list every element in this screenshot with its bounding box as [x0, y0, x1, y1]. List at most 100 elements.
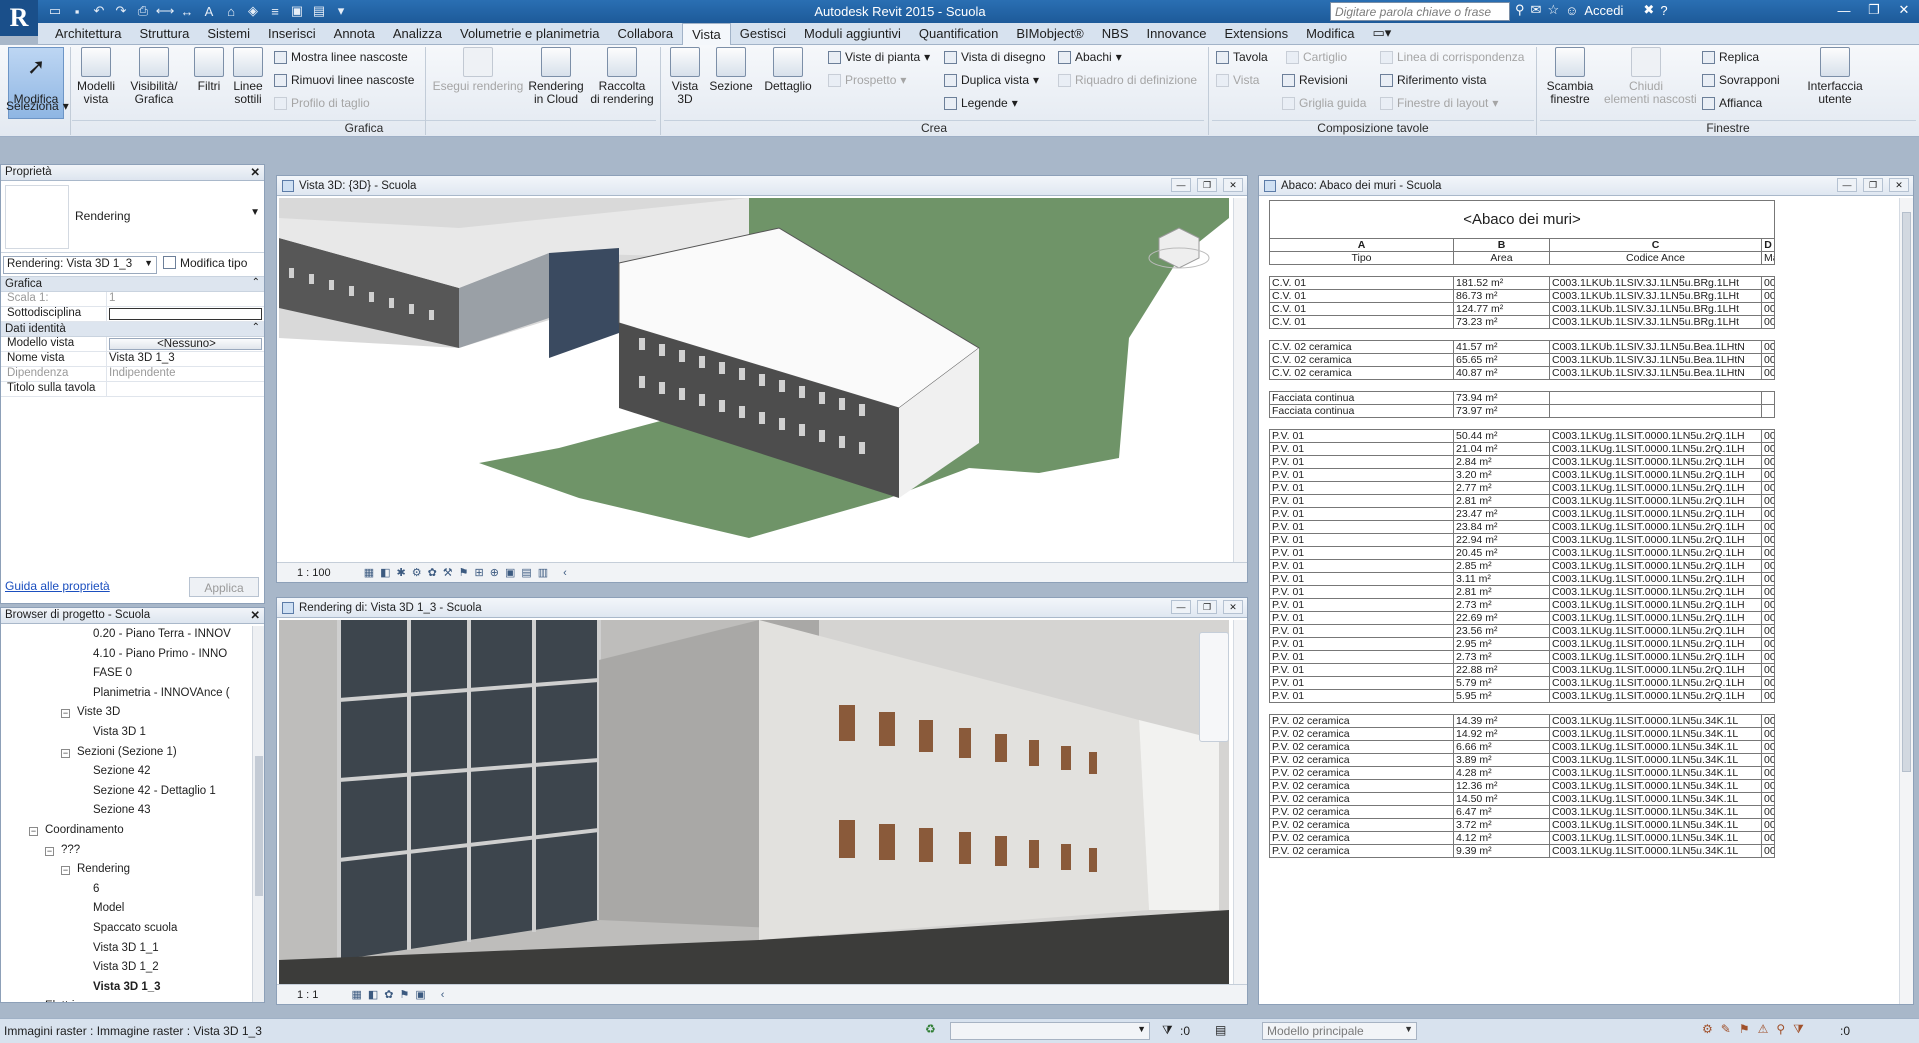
- scroll-thumb[interactable]: [255, 756, 263, 896]
- table-cell[interactable]: C.V. 02 ceramica: [1269, 353, 1454, 367]
- replicate-button[interactable]: Replica: [1702, 50, 1759, 64]
- table-cell[interactable]: 20.45 m²: [1453, 546, 1550, 560]
- tab-collabora[interactable]: Collabora: [608, 23, 682, 44]
- table-cell[interactable]: C003.1LKUg.1LSIT.0000.1LN5u.2rQ.1LH: [1549, 533, 1762, 547]
- filters-button[interactable]: Filtri: [190, 47, 228, 93]
- switch-windows-button[interactable]: Scambia finestre: [1540, 47, 1600, 106]
- tree-item[interactable]: Sezione 42: [93, 765, 151, 777]
- scroll-thumb[interactable]: [1902, 212, 1911, 772]
- table-cell[interactable]: P.V. 01: [1269, 585, 1454, 599]
- plan-views-dropdown[interactable]: Viste di pianta ▾: [828, 50, 930, 64]
- table-cell[interactable]: C.V. 02 ceramica: [1269, 366, 1454, 380]
- table-cell[interactable]: 73.23 m²: [1453, 315, 1550, 329]
- thin-lines-icon[interactable]: ≡: [266, 2, 284, 20]
- dimension-icon[interactable]: ↔: [178, 2, 196, 20]
- table-cell[interactable]: 3.89 m²: [1453, 753, 1550, 767]
- table-cell[interactable]: 000000000200003760: [1761, 340, 1775, 354]
- tree-item[interactable]: Rendering: [77, 863, 130, 875]
- tab-analizza[interactable]: Analizza: [384, 23, 451, 44]
- property-row[interactable]: Nome vista Vista 3D 1_3: [1, 352, 264, 367]
- table-cell[interactable]: 2.85 m²: [1453, 559, 1550, 573]
- tab-gestisci[interactable]: Gestisci: [731, 23, 795, 44]
- table-cell[interactable]: 000000000200002563: [1761, 481, 1775, 495]
- view-control-icons[interactable]: ▦◧✱⚙✿⚒⚑⊞⊕▣▤▥ ‹: [364, 567, 573, 579]
- close-hidden-icon[interactable]: ▣: [288, 2, 306, 20]
- table-cell[interactable]: C.V. 02 ceramica: [1269, 340, 1454, 354]
- model-3d-canvas[interactable]: [279, 198, 1229, 562]
- close-icon[interactable]: ✕: [1223, 178, 1243, 192]
- table-cell[interactable]: 6.47 m²: [1453, 805, 1550, 819]
- table-cell[interactable]: 000000000200002563: [1761, 507, 1775, 521]
- table-cell[interactable]: 000000000200002563: [1761, 494, 1775, 508]
- table-cell[interactable]: [1269, 379, 1454, 392]
- table-cell[interactable]: C003.1LKUb.1LSIV.3J.1LN5u.BRg.1LHt: [1549, 315, 1762, 329]
- help-icon[interactable]: ?: [1660, 3, 1667, 18]
- legends-dropdown[interactable]: Legende ▾: [944, 96, 1018, 110]
- table-cell[interactable]: [1453, 264, 1550, 277]
- subscription-icon[interactable]: ✉: [1531, 2, 1542, 18]
- table-cell[interactable]: 5.79 m²: [1453, 676, 1550, 690]
- table-cell[interactable]: 4.28 m²: [1453, 766, 1550, 780]
- table-cell[interactable]: 22.69 m²: [1453, 611, 1550, 625]
- property-row[interactable]: Sottodisciplina: [1, 307, 264, 322]
- minimize-icon[interactable]: —: [1171, 600, 1191, 614]
- tab-vista[interactable]: Vista: [682, 23, 731, 45]
- table-cell[interactable]: C003.1LKUg.1LSIT.0000.1LN5u.34K.1L: [1549, 818, 1762, 832]
- table-cell[interactable]: P.V. 01: [1269, 663, 1454, 677]
- duplicate-view-dropdown[interactable]: Duplica vista ▾: [944, 73, 1039, 87]
- tab-bimobject-[interactable]: BIMobject®: [1007, 23, 1092, 44]
- table-cell[interactable]: 2.95 m²: [1453, 637, 1550, 651]
- table-cell[interactable]: 000000000200003759: [1761, 831, 1775, 845]
- save-icon[interactable]: ▪: [68, 2, 86, 20]
- table-cell[interactable]: 40.87 m²: [1453, 366, 1550, 380]
- table-cell[interactable]: 2.81 m²: [1453, 494, 1550, 508]
- table-cell[interactable]: 3.20 m²: [1453, 468, 1550, 482]
- property-row[interactable]: Dipendenza Indipendente: [1, 367, 264, 382]
- show-hidden-lines-button[interactable]: Mostra linee nascoste: [274, 50, 408, 64]
- table-cell[interactable]: 000000000200002563: [1761, 663, 1775, 677]
- table-cell[interactable]: Tipo: [1269, 251, 1454, 265]
- elevation-dropdown[interactable]: Prospetto ▾: [828, 73, 906, 87]
- tree-item[interactable]: Vista 3D 1_3: [93, 981, 161, 993]
- tree-item[interactable]: 0.20 - Piano Terra - INNOV: [93, 628, 231, 640]
- property-row[interactable]: Modello vista <Nessuno>: [1, 337, 264, 352]
- table-cell[interactable]: [1549, 264, 1762, 277]
- revit-logo[interactable]: R: [0, 0, 38, 36]
- table-cell[interactable]: 000000000200003759: [1761, 805, 1775, 819]
- table-cell[interactable]: [1453, 328, 1550, 341]
- table-cell[interactable]: P.V. 02 ceramica: [1269, 844, 1454, 858]
- table-cell[interactable]: P.V. 01: [1269, 507, 1454, 521]
- table-cell[interactable]: 000000000200003759: [1761, 766, 1775, 780]
- tab-quantification[interactable]: Quantification: [910, 23, 1008, 44]
- table-cell[interactable]: 14.92 m²: [1453, 727, 1550, 741]
- table-cell[interactable]: 000000000200002563: [1761, 442, 1775, 456]
- table-cell[interactable]: [1761, 404, 1775, 418]
- tab-architettura[interactable]: Architettura: [46, 23, 130, 44]
- tree-item[interactable]: Viste 3D: [77, 706, 120, 718]
- table-cell[interactable]: 000000000200002706: [1761, 315, 1775, 329]
- render-gallery-button[interactable]: Raccolta di rendering: [588, 47, 656, 106]
- section-button[interactable]: Sezione: [706, 47, 756, 93]
- table-cell[interactable]: [1549, 328, 1762, 341]
- tree-item[interactable]: Sezione 43: [93, 804, 151, 816]
- print-icon[interactable]: ⎙: [134, 2, 152, 20]
- table-cell[interactable]: [1269, 264, 1454, 277]
- collapse-icon[interactable]: −: [61, 709, 70, 719]
- table-cell[interactable]: 000000000200002563: [1761, 585, 1775, 599]
- search-input[interactable]: Digitare parola chiave o frase: [1330, 2, 1510, 21]
- table-cell[interactable]: 000000000200002563: [1761, 650, 1775, 664]
- table-cell[interactable]: 000000000200003759: [1761, 792, 1775, 806]
- user-icon[interactable]: ☺: [1565, 3, 1578, 18]
- tree-item[interactable]: Sezioni (Sezione 1): [77, 746, 177, 758]
- table-cell[interactable]: [1761, 702, 1775, 715]
- table-cell[interactable]: 000000000200003759: [1761, 714, 1775, 728]
- table-cell[interactable]: Area: [1453, 251, 1550, 265]
- table-cell[interactable]: C003.1LKUb.1LSIV.3J.1LN5u.Bea.1LHtN: [1549, 340, 1762, 354]
- tab-inserisci[interactable]: Inserisci: [259, 23, 325, 44]
- table-cell[interactable]: 2.77 m²: [1453, 481, 1550, 495]
- drafting-view-button[interactable]: Vista di disegno: [944, 50, 1046, 64]
- table-cell[interactable]: C003.1LKUb.1LSIV.3J.1LN5u.Bea.1LHtN: [1549, 366, 1762, 380]
- property-row[interactable]: Titolo sulla tavola: [1, 382, 264, 397]
- table-cell[interactable]: P.V. 01: [1269, 598, 1454, 612]
- table-cell[interactable]: C003.1LKUg.1LSIT.0000.1LN5u.2rQ.1LH: [1549, 611, 1762, 625]
